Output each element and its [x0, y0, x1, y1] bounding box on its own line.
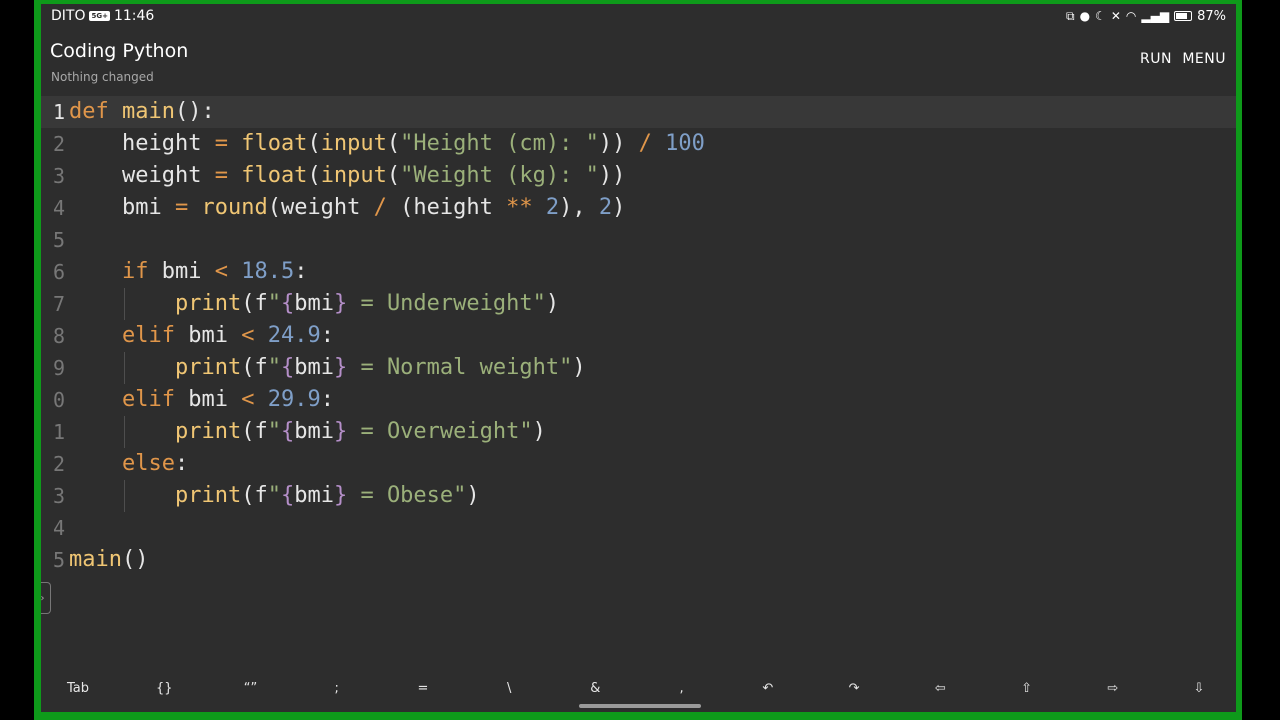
code-line[interactable]: 5	[41, 224, 1236, 256]
line-number: 4	[52, 516, 65, 540]
battery-icon	[1174, 11, 1193, 21]
signal-icon: ▂▄▆	[1141, 9, 1170, 23]
code-line[interactable]: 5 main()	[41, 544, 1236, 576]
code-line[interactable]: 7 print(f"{bmi} = Underweight")	[41, 288, 1236, 320]
code-text: elif bmi < 29.9:	[121, 387, 334, 412]
line-number: 1	[52, 420, 65, 444]
equals-key[interactable]: =	[403, 681, 443, 696]
redo-key[interactable]: ↷	[834, 681, 874, 696]
code-line[interactable]: 6 if bmi < 18.5:	[41, 256, 1236, 288]
line-number: 5	[52, 548, 65, 572]
code-line[interactable]: 8 elif bmi < 24.9:	[41, 320, 1236, 352]
semicolon-key[interactable]: ;	[317, 681, 357, 696]
line-number: 2	[52, 132, 65, 156]
tab-key[interactable]: Tab	[58, 681, 98, 696]
line-number: 6	[52, 260, 65, 284]
line-number: 9	[52, 356, 65, 380]
indent-guide	[123, 480, 125, 512]
file-status: Nothing changed	[51, 70, 154, 84]
line-number: 7	[52, 292, 65, 316]
mute-icon: ✕	[1110, 9, 1121, 23]
code-line[interactable]: 2 else:	[41, 448, 1236, 480]
device-frame: DITO 5G+ 11:46 ⧉ ● ☾ ✕ ◠ ▂▄▆ 87% Coding …	[34, 0, 1242, 720]
code-text: height = float(input("Height (cm): ")) /…	[69, 131, 705, 156]
code-text: else:	[121, 451, 189, 476]
app-title: Coding Python	[50, 40, 189, 62]
code-line[interactable]: 1 print(f"{bmi} = Overweight")	[41, 416, 1236, 448]
code-line[interactable]: 3 print(f"{bmi} = Obese")	[41, 480, 1236, 512]
wifi-icon: ◠	[1125, 9, 1137, 23]
code-line[interactable]: 2 height = float(input("Height (cm): "))…	[41, 128, 1236, 160]
shift-key[interactable]: ⇧	[1007, 681, 1047, 696]
clock: 11:46	[113, 8, 155, 24]
code-text: def main():	[69, 99, 215, 124]
line-number: 0	[52, 388, 65, 412]
line-number: 3	[52, 164, 65, 188]
down-arrow-key[interactable]: ⇩	[1179, 681, 1219, 696]
battery-percent: 87%	[1197, 8, 1226, 24]
code-text: if bmi < 18.5:	[121, 259, 308, 284]
home-indicator[interactable]	[579, 704, 701, 708]
network-badge: 5G+	[89, 11, 110, 21]
extra-keys-bar: Tab {} “”; = \ &, ↶ ↷ ⇦ ⇧ ⇨ ⇩	[41, 667, 1236, 712]
status-bar: DITO 5G+ 11:46 ⧉ ● ☾ ✕ ◠ ▂▄▆ 87%	[41, 4, 1236, 28]
carrier-label: DITO	[51, 8, 86, 24]
line-number: 3	[52, 484, 65, 508]
left-arrow-key[interactable]: ⇦	[920, 681, 960, 696]
code-text: print(f"{bmi} = Overweight")	[174, 419, 546, 444]
braces-key[interactable]: {}	[144, 681, 184, 696]
ampersand-key[interactable]: &	[575, 681, 615, 696]
indent-guide	[123, 352, 125, 384]
code-text: print(f"{bmi} = Underweight")	[174, 291, 560, 316]
right-arrow-key[interactable]: ⇨	[1093, 681, 1133, 696]
comma-key[interactable]: ,	[662, 681, 702, 696]
line-number: 2	[52, 452, 65, 476]
code-text: weight = float(input("Weight (kg): "))	[69, 163, 626, 188]
cast-icon: ⧉	[1066, 9, 1075, 23]
indent-guide	[123, 288, 125, 320]
undo-key[interactable]: ↶	[748, 681, 788, 696]
code-text: main()	[69, 547, 149, 572]
code-line[interactable]: 1 def main():	[41, 96, 1236, 128]
code-line[interactable]: 0 elif bmi < 29.9:	[41, 384, 1236, 416]
run-button[interactable]: RUN	[1140, 51, 1172, 67]
line-number: 5	[52, 228, 65, 252]
backslash-key[interactable]: \	[489, 681, 529, 696]
line-number: 4	[52, 196, 65, 220]
code-editor[interactable]: 1 def main(): 2 height = float(input("Heig…	[41, 90, 1236, 667]
line-number: 8	[52, 324, 65, 348]
side-panel-handle[interactable]: ›	[41, 582, 51, 614]
code-line[interactable]: 9 print(f"{bmi} = Normal weight")	[41, 352, 1236, 384]
code-text: elif bmi < 24.9:	[121, 323, 334, 348]
code-line[interactable]: 4	[41, 512, 1236, 544]
code-text: print(f"{bmi} = Obese")	[174, 483, 480, 508]
indent-guide	[123, 416, 125, 448]
dnd-moon-icon: ☾	[1095, 9, 1106, 23]
code-text: print(f"{bmi} = Normal weight")	[174, 355, 586, 380]
app-screen: DITO 5G+ 11:46 ⧉ ● ☾ ✕ ◠ ▂▄▆ 87% Coding …	[41, 4, 1236, 712]
code-text: bmi = round(weight / (height ** 2), 2)	[69, 195, 626, 220]
line-number: 1	[52, 100, 65, 124]
code-line[interactable]: 3 weight = float(input("Weight (kg): "))	[41, 160, 1236, 192]
quotes-key[interactable]: “”	[230, 681, 270, 696]
app-bar: Coding Python Nothing changed RUN MENU	[41, 28, 1236, 90]
code-line[interactable]: 4 bmi = round(weight / (height ** 2), 2)	[41, 192, 1236, 224]
menu-button[interactable]: MENU	[1182, 51, 1226, 67]
mic-icon: ●	[1079, 9, 1091, 23]
